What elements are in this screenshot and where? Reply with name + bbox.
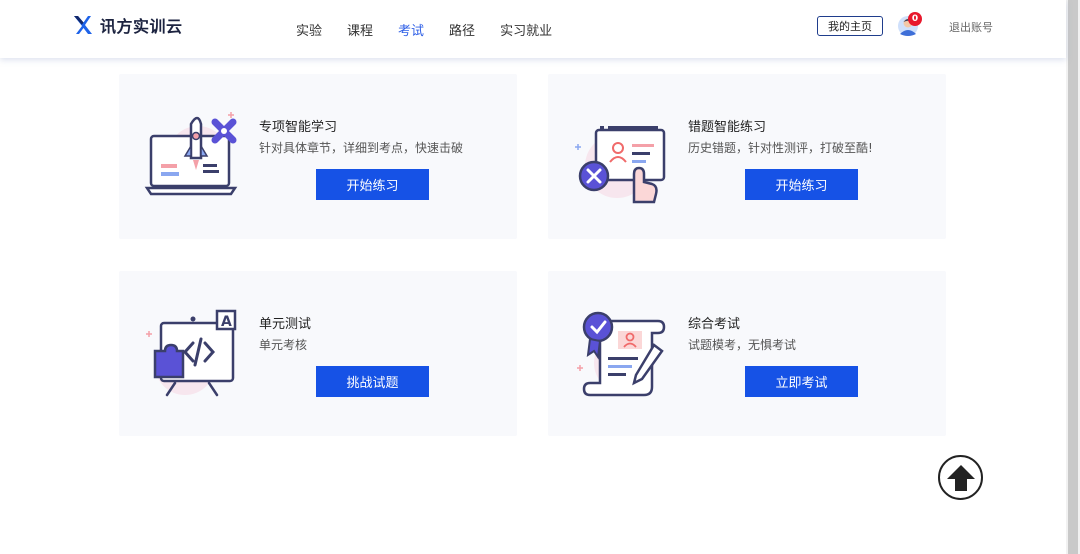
card-mistake-practice: 错题智能练习 历史错题，针对性测评，打破至酷! 开始练习 <box>548 74 946 239</box>
nav-item-exam[interactable]: 考试 <box>398 20 424 39</box>
card-topic-study: 专项智能学习 针对具体章节，详细到考点，快速击破 开始练习 <box>119 74 517 239</box>
logout-link[interactable]: 退出账号 <box>949 19 993 35</box>
card-title: 错题智能练习 <box>688 120 767 135</box>
start-practice-button[interactable]: 开始练习 <box>316 169 429 200</box>
challenge-test-button[interactable]: 挑战试题 <box>316 366 429 397</box>
card-title: 专项智能学习 <box>259 120 338 135</box>
top-header: 讯方实训云 实验 课程 考试 路径 实习就业 我的主页 0 退出账号 <box>0 0 1066 58</box>
logo[interactable]: 讯方实训云 <box>72 13 183 37</box>
card-desc: 针对具体章节，详细到考点，快速击破 <box>259 141 464 155</box>
card-desc: 单元考核 <box>259 338 308 352</box>
main-nav: 实验 课程 考试 路径 实习就业 <box>296 0 577 58</box>
back-to-top-button[interactable] <box>938 455 983 500</box>
my-home-button[interactable]: 我的主页 <box>817 16 883 36</box>
card-desc: 试题模考，无惧考试 <box>688 338 797 352</box>
card-desc: 历史错题，针对性测评，打破至酷! <box>688 141 873 155</box>
nav-item-experiment[interactable]: 实验 <box>296 20 322 39</box>
svg-text:A: A <box>221 314 232 330</box>
certificate-scroll-icon <box>577 311 666 397</box>
code-board-icon: A <box>146 309 237 397</box>
nav-item-path[interactable]: 路径 <box>449 20 475 39</box>
logo-text: 讯方实训云 <box>100 17 183 36</box>
card-title: 单元测试 <box>259 317 312 332</box>
card-comprehensive-exam: 综合考试 试题模考，无惧考试 立即考试 <box>548 271 946 436</box>
nav-item-course[interactable]: 课程 <box>347 20 373 39</box>
arrow-up-icon <box>946 464 975 491</box>
card-title: 综合考试 <box>688 317 741 332</box>
notification-badge[interactable]: 0 <box>908 12 922 26</box>
logo-icon <box>74 16 92 34</box>
start-exam-button[interactable]: 立即考试 <box>745 366 858 397</box>
scrollbar-thumb[interactable] <box>1068 0 1078 554</box>
card-unit-test: A 单元测试 单元考核 挑战试题 <box>119 271 517 436</box>
mistake-card-icon <box>575 126 666 204</box>
nav-item-internship[interactable]: 实习就业 <box>500 20 552 39</box>
rocket-laptop-icon <box>144 112 238 196</box>
start-practice-button[interactable]: 开始练习 <box>745 169 858 200</box>
